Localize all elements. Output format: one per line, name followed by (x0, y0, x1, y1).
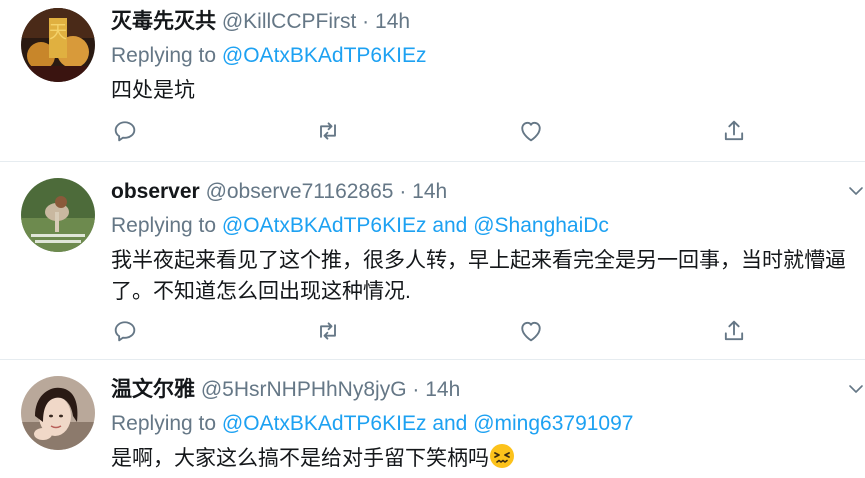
like-button[interactable] (517, 117, 545, 145)
tweet-1[interactable]: 天 灭毒先灭共 @KillCCPFirst · 14h Replying to … (0, 0, 865, 162)
mention-link[interactable]: @OAtxBKAdTP6KIEz (222, 412, 427, 435)
tweet-text-body: 是啊，大家这么搞不是给对手留下笑柄吗 (111, 447, 489, 470)
tweet-header: 灭毒先灭共 @KillCCPFirst · 14h (111, 9, 835, 35)
tweet-text: 我半夜起来看见了这个推，很多人转，早上起来看完全是另一回事，当时就懵逼了。不知道… (111, 249, 846, 303)
heart-icon (521, 321, 541, 342)
tweet-header: 温文尔雅 @5HsrNHPHhNy8jyG · 14h (111, 377, 835, 403)
mention-link[interactable]: @OAtxBKAdTP6KIEz (222, 214, 427, 237)
replying-prefix: Replying to (111, 44, 217, 67)
timestamp[interactable]: 14h (412, 180, 447, 203)
reply-button[interactable] (111, 317, 139, 345)
chevron-down-icon (849, 385, 863, 393)
like-button[interactable] (517, 317, 545, 345)
display-name[interactable]: observer (111, 180, 200, 203)
separator-dot: · (412, 378, 420, 401)
share-button[interactable] (720, 117, 748, 145)
separator-dot: · (362, 10, 370, 33)
avatar[interactable] (21, 178, 95, 252)
tweet-text: 四处是坑 (111, 79, 195, 102)
mention-link[interactable]: @OAtxBKAdTP6KIEz (222, 44, 427, 67)
avatar[interactable]: 天 (21, 8, 95, 82)
display-name[interactable]: 灭毒先灭共 (111, 10, 216, 33)
user-handle[interactable]: @KillCCPFirst (222, 10, 356, 33)
separator-dot: · (399, 180, 407, 203)
share-icon (724, 320, 744, 341)
share-button[interactable] (720, 317, 748, 345)
more-options-button[interactable] (847, 182, 865, 200)
replying-prefix: Replying to (111, 412, 217, 435)
timestamp[interactable]: 14h (375, 10, 410, 33)
retweet-icon (320, 322, 336, 340)
share-icon (724, 120, 744, 141)
chevron-down-icon (849, 187, 863, 195)
replying-to: Replying to @OAtxBKAdTP6KIEz (111, 43, 835, 69)
heart-icon (521, 121, 541, 142)
svg-text:天: 天 (49, 22, 67, 43)
mention-conjunction: and (432, 214, 468, 237)
reply-icon (114, 321, 136, 342)
timestamp[interactable]: 14h (425, 378, 460, 401)
mention-conjunction: and (432, 412, 468, 435)
tweet-2[interactable]: observer @observe71162865 · 14h Replying… (0, 162, 865, 360)
more-options-button[interactable] (847, 380, 865, 398)
avatar[interactable] (21, 376, 95, 450)
user-handle[interactable]: @5HsrNHPHhNy8jyG (201, 378, 407, 401)
user-handle[interactable]: @observe71162865 (206, 180, 394, 203)
action-bar (111, 117, 761, 145)
display-name[interactable]: 温文尔雅 (111, 378, 195, 401)
replying-prefix: Replying to (111, 214, 217, 237)
action-bar (111, 317, 761, 345)
reply-icon (114, 121, 136, 142)
retweet-icon (320, 122, 336, 140)
reply-button[interactable] (111, 117, 139, 145)
tweet-text: 是啊，大家这么搞不是给对手留下笑柄吗 (111, 443, 846, 478)
tweet-header: observer @observe71162865 · 14h (111, 179, 835, 205)
retweet-button[interactable] (314, 117, 342, 145)
replying-to: Replying to @OAtxBKAdTP6KIEz and @Shangh… (111, 213, 835, 239)
mention-link[interactable]: @ming63791097 (473, 412, 633, 435)
tweet-3[interactable]: 温文尔雅 @5HsrNHPHhNy8jyG · 14h Replying to … (0, 360, 865, 478)
replying-to: Replying to @OAtxBKAdTP6KIEz and @ming63… (111, 411, 835, 437)
mention-link[interactable]: @ShanghaiDc (473, 214, 609, 237)
persevering-face-emoji (489, 443, 515, 478)
retweet-button[interactable] (314, 317, 342, 345)
